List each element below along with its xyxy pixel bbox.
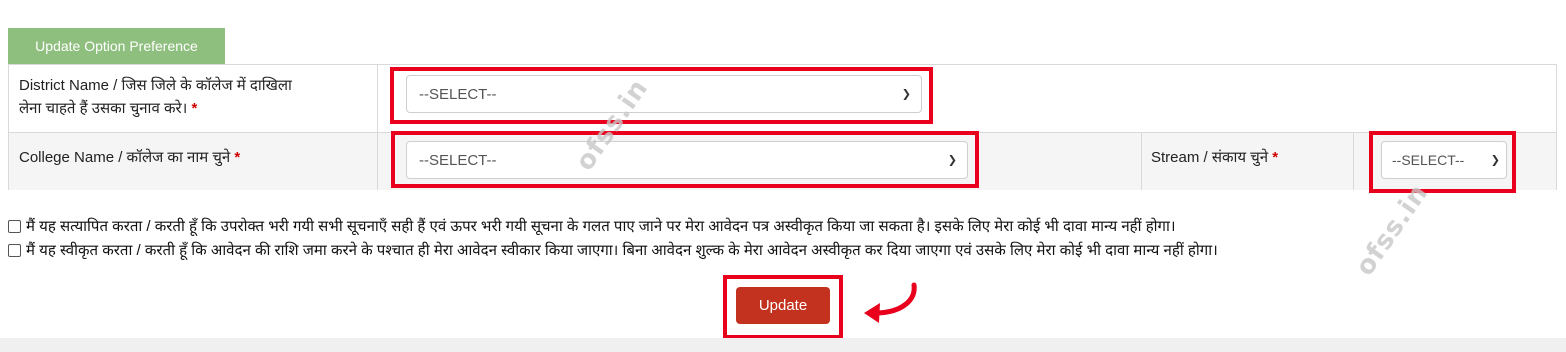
district-label-line1: District Name / जिस जिले के कॉलेज में दा… [19, 77, 292, 94]
column-divider [1141, 133, 1142, 190]
district-row: District Name / जिस जिले के कॉलेज में दा… [9, 65, 1556, 133]
update-button-label: Update [758, 297, 808, 314]
update-button[interactable]: Update [736, 287, 830, 324]
consent-verify-row[interactable]: मैं यह सत्यापित करता / करती हूँ कि उपरोक… [8, 216, 1176, 236]
chevron-down-icon: ❯ [1490, 154, 1500, 167]
college-label-text: College Name / कॉलेज का नाम चुने [19, 149, 231, 166]
college-stream-row: College Name / कॉलेज का नाम चुने * --SEL… [9, 133, 1556, 190]
college-required-mark: * [234, 149, 241, 166]
section-tab-label: Update Option Preference [35, 38, 198, 54]
district-label-line2: लेना चाहते हैं उसका चुनाव करे। [19, 100, 188, 117]
stream-select[interactable]: --SELECT-- ❯ [1381, 141, 1507, 179]
preference-form-table: District Name / जिस जिले के कॉलेज में दा… [8, 64, 1557, 190]
college-select-value: --SELECT-- [419, 151, 497, 169]
stream-label: Stream / संकाय चुने * [1151, 146, 1278, 169]
column-divider [1353, 133, 1354, 190]
consent-fee-text: मैं यह स्वीकृत करता / करती हूँ कि आवेदन … [26, 242, 1218, 259]
footer-bar [0, 338, 1566, 352]
district-label: District Name / जिस जिले के कॉलेज में दा… [19, 74, 292, 120]
consent-fee-row[interactable]: मैं यह स्वीकृत करता / करती हूँ कि आवेदन … [8, 240, 1218, 260]
district-required-mark: * [191, 100, 198, 117]
stream-label-text: Stream / संकाय चुने [1151, 149, 1269, 166]
column-divider [377, 133, 378, 190]
district-select-value: --SELECT-- [419, 85, 497, 103]
college-label: College Name / कॉलेज का नाम चुने * [19, 146, 240, 169]
consent-fee-checkbox[interactable] [8, 243, 21, 257]
chevron-down-icon: ❯ [947, 154, 957, 167]
curved-arrow-icon [864, 282, 917, 323]
consent-verify-checkbox[interactable] [8, 219, 21, 233]
watermark-text: ofss.in [1349, 178, 1435, 282]
stream-required-mark: * [1272, 149, 1279, 166]
consent-verify-text: मैं यह सत्यापित करता / करती हूँ कि उपरोक… [26, 218, 1176, 235]
update-option-preference-page: Update Option Preference District Name /… [0, 0, 1566, 352]
college-select[interactable]: --SELECT-- ❯ [406, 141, 968, 179]
district-select[interactable]: --SELECT-- ❯ [406, 75, 922, 113]
section-tab: Update Option Preference [8, 28, 225, 64]
chevron-down-icon: ❯ [901, 88, 911, 101]
column-divider [377, 65, 378, 132]
stream-select-value: --SELECT-- [1392, 152, 1465, 168]
